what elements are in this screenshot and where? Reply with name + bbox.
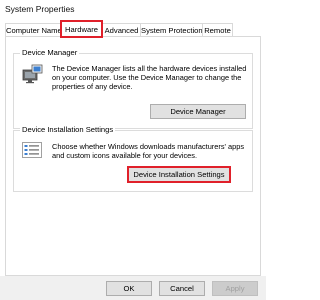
device-manager-button[interactable]: Device Manager (150, 104, 246, 119)
tab-computer-name[interactable]: Computer Name (5, 23, 61, 37)
ok-button-label: OK (123, 284, 135, 293)
device-installation-description: Choose whether Windows downloads manufac… (52, 142, 245, 160)
tab-remote[interactable]: Remote (203, 23, 233, 37)
apply-button-label: Apply (225, 284, 245, 293)
device-manager-button-label: Device Manager (170, 107, 226, 116)
window-title: System Properties (5, 4, 75, 14)
tab-system-protection[interactable]: System Protection (141, 23, 203, 37)
cancel-button[interactable]: Cancel (159, 281, 205, 296)
device-installation-settings-button[interactable]: Device Installation Settings (127, 166, 231, 183)
tab-strip: Computer Name Hardware Advanced System P… (0, 20, 266, 38)
device-manager-icon (22, 64, 44, 84)
device-installation-settings-button-label: Device Installation Settings (133, 170, 225, 179)
tab-advanced[interactable]: Advanced (103, 23, 141, 37)
apply-button[interactable]: Apply (212, 281, 258, 296)
hardware-tab-pane: Device Manager The Device Manager lists … (5, 36, 261, 276)
settings-list-icon (22, 142, 42, 158)
tab-hardware[interactable]: Hardware (60, 20, 103, 38)
device-installation-group: Device Installation Settings Choose whet… (13, 125, 253, 192)
title-bar: System Properties (0, 0, 266, 18)
cancel-button-label: Cancel (170, 284, 194, 293)
device-installation-group-label: Device Installation Settings (20, 125, 116, 135)
device-manager-group-label: Device Manager (20, 48, 80, 58)
device-manager-group: Device Manager The Device Manager lists … (13, 48, 253, 129)
dialog-footer: OK Cancel Apply (0, 276, 266, 300)
ok-button[interactable]: OK (106, 281, 152, 296)
device-manager-description: The Device Manager lists all the hardwar… (52, 64, 247, 91)
